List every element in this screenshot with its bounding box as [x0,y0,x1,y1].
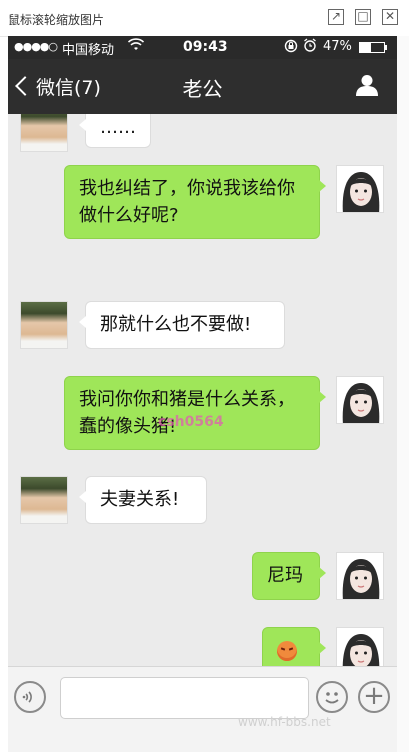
user-icon[interactable] [355,73,379,97]
input-bar: + www.hf-bbs.net [8,666,397,752]
viewer-toolbar: 鼠标滚轮缩放图片 ↗ □ ✕ [0,0,409,37]
back-label: 微信(7) [36,77,101,99]
contact-avatar[interactable] [20,301,68,349]
battery-icon [359,42,385,53]
voice-icon[interactable] [14,681,46,713]
message-bubble-incoming: …… [79,114,151,148]
phone-screen: ●●●●○ 中国移动 09:43 47% 微信(7) 老公 …… 我也纠结了，你… [8,36,397,752]
nav-bar: 微信(7) 老公 [8,59,397,114]
message-input[interactable] [60,677,309,719]
my-avatar[interactable] [336,627,384,666]
angry-face-emoji-icon [277,641,297,661]
carrier-name: 中国移动 [62,43,115,58]
status-time: 09:43 [183,39,228,55]
back-button[interactable]: 微信(7) [15,73,101,100]
watermark-text: csh0564 [158,414,224,430]
rotation-lock-icon [284,39,298,56]
message-bubble-outgoing: 我问你你和猪是什么关系，蠢的像头猪! [64,376,326,450]
emoji-icon[interactable] [316,681,348,713]
my-avatar[interactable] [336,376,384,424]
contact-avatar[interactable] [20,476,68,524]
alarm-icon [303,38,317,56]
status-bar: ●●●●○ 中国移动 09:43 47% [8,36,397,59]
contact-avatar[interactable] [20,114,68,152]
message-bubble-incoming: 夫妻关系! [79,476,207,524]
chevron-left-icon [15,76,35,96]
viewer-gutter [397,36,409,752]
close-icon[interactable]: ✕ [382,9,398,25]
chat-area: …… 我也纠结了，你说我该给你做什么好呢? 那就什么也不要做! 我问你你和猪是什… [8,114,397,666]
message-bubble-outgoing: 尼玛 [252,552,326,600]
signal-strength-icon: ●●●●○ [14,40,58,53]
battery-percent: 47% [323,39,352,54]
wifi-icon [127,38,145,55]
plus-icon[interactable]: + [358,681,390,713]
open-new-window-icon[interactable]: ↗ [328,9,344,25]
watermark: csh0564 [158,414,224,430]
message-bubble-incoming: 那就什么也不要做! [79,301,285,349]
maximize-icon[interactable]: □ [355,9,371,25]
my-avatar[interactable] [336,165,384,213]
message-bubble-outgoing: 我也纠结了，你说我该给你做什么好呢? [64,165,326,239]
message-bubble-outgoing [262,627,326,666]
viewer-title: 鼠标滚轮缩放图片 [8,13,105,27]
my-avatar[interactable] [336,552,384,600]
battery-tip [385,45,387,50]
